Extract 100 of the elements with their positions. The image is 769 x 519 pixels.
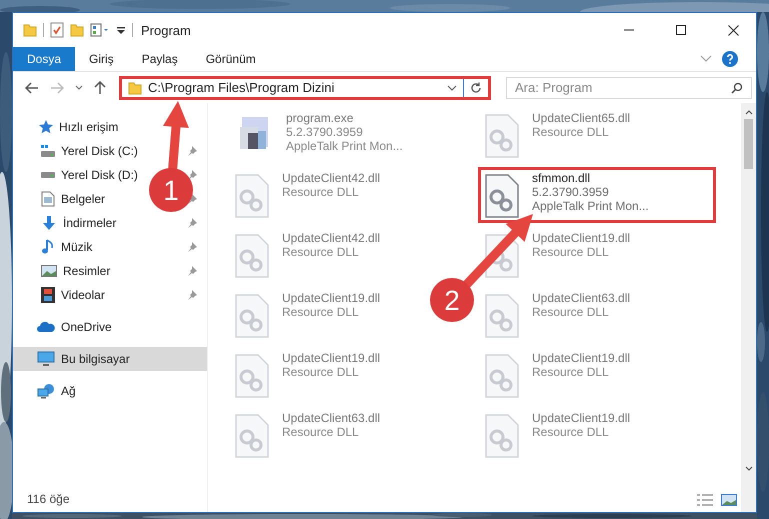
file-tile[interactable]: UpdateClient19.dll Resource DLL xyxy=(478,227,636,283)
dropdown-icon[interactable] xyxy=(116,25,126,35)
sidebar-label: Resimler xyxy=(63,264,110,278)
file-name: UpdateClient63.dll xyxy=(532,291,630,305)
file-tile[interactable]: UpdateClient19.dll Resource DLL xyxy=(478,347,636,403)
file-detail: Resource DLL xyxy=(282,365,360,379)
sidebar-item[interactable]: Müzik xyxy=(41,235,92,259)
scrollbar-thumb[interactable] xyxy=(744,119,753,169)
address-path: C:\Program Files\Program Dizini xyxy=(148,80,336,95)
sidebar-label: Videolar xyxy=(61,288,105,302)
pin-icon[interactable] xyxy=(187,146,197,156)
checklist-icon[interactable] xyxy=(50,22,64,38)
file-name: UpdateClient42.dll xyxy=(282,231,380,245)
callout-badge xyxy=(149,168,193,212)
file-name: UpdateClient19.dll xyxy=(532,411,630,425)
file-tile[interactable]: program.exe 5.2.3790.3959 AppleTalk Print Mon... xyxy=(228,107,409,161)
network-icon xyxy=(37,383,55,399)
sidebar-item[interactable]: Hızlı erişim xyxy=(37,115,118,139)
file-name: UpdateClient19.dll xyxy=(282,351,380,365)
file-detail: 5.2.3790.3959 xyxy=(532,185,610,199)
chevron-down-icon[interactable] xyxy=(447,84,457,90)
file-tile[interactable]: UpdateClient63.dll Resource DLL xyxy=(478,287,636,343)
file-detail: 5.2.3790.3959 xyxy=(286,125,364,139)
file-detail: Resource DLL xyxy=(282,425,360,439)
file-name: sfmmon.dll xyxy=(532,171,592,185)
file-name: UpdateClient63.dll xyxy=(282,411,380,425)
help-icon[interactable] xyxy=(722,51,738,67)
back-icon[interactable] xyxy=(25,82,39,94)
maximize-icon xyxy=(676,25,686,35)
sidebar-label: Müzik xyxy=(61,240,92,254)
details-view-icon[interactable] xyxy=(697,494,713,506)
gear-file-icon xyxy=(484,353,520,399)
chevron-down-icon[interactable] xyxy=(744,466,752,472)
sidebar-item[interactable]: Videolar xyxy=(41,283,105,307)
file-name: UpdateClient19.dll xyxy=(282,291,380,305)
search-icon[interactable] xyxy=(731,82,743,94)
thumbnail-view-icon[interactable] xyxy=(721,494,737,506)
up-arrow-icon[interactable] xyxy=(94,80,106,94)
pin-icon[interactable] xyxy=(187,218,197,228)
file-detail: Resource DLL xyxy=(532,365,610,379)
file-tile[interactable]: UpdateClient19.dll Resource DLL xyxy=(228,347,386,403)
callout-number: 1 xyxy=(163,175,179,206)
ribbon-tab[interactable]: Dosya xyxy=(13,47,76,71)
gear-file-icon xyxy=(484,293,520,339)
file-detail: AppleTalk Print Mon... xyxy=(532,199,649,213)
file-tile[interactable]: UpdateClient65.dll Resource DLL xyxy=(478,107,636,163)
pin-icon[interactable] xyxy=(187,194,197,204)
sidebar-label: Belgeler xyxy=(61,192,106,206)
chevron-down-icon[interactable] xyxy=(75,84,83,90)
pin-icon[interactable] xyxy=(187,242,197,252)
sidebar-item[interactable]: Yerel Disk (C:) xyxy=(41,139,138,163)
pin-icon[interactable] xyxy=(187,170,197,180)
sidebar-label: İndirmeler xyxy=(63,216,116,230)
pin-icon[interactable] xyxy=(187,290,197,300)
file-tile[interactable]: UpdateClient63.dll Resource DLL xyxy=(228,407,386,463)
file-name: program.exe xyxy=(286,111,354,125)
sidebar-label: Ağ xyxy=(61,384,76,398)
ribbon-tab[interactable]: Giriş xyxy=(75,47,128,71)
file-detail: Resource DLL xyxy=(532,425,610,439)
music-note-icon xyxy=(41,239,55,255)
sidebar-item[interactable]: Resimler xyxy=(41,259,110,283)
file-tile[interactable]: UpdateClient42.dll Resource DLL xyxy=(228,227,386,283)
window-title: Program xyxy=(141,22,191,38)
sidebar-label: Yerel Disk (C:) xyxy=(61,144,138,158)
sidebar-item[interactable]: Belgeler xyxy=(41,187,106,211)
address-field[interactable]: C:\Program Files\Program Dizini xyxy=(119,76,491,100)
gear-file-icon xyxy=(234,233,270,279)
ribbon-tab[interactable]: Paylaş xyxy=(128,47,192,71)
sidebar-item[interactable]: Yerel Disk (D:) xyxy=(41,163,138,187)
close-icon xyxy=(728,24,738,36)
search-field[interactable]: Ara: Program xyxy=(506,76,752,98)
scrollbar[interactable] xyxy=(741,103,756,512)
folder-icon xyxy=(128,80,142,94)
sidebar-item[interactable]: Bu bilgisayar xyxy=(13,347,207,371)
ribbon-tab[interactable]: Görünüm xyxy=(192,47,270,71)
properties-icon[interactable] xyxy=(90,23,110,37)
sidebar-item[interactable]: OneDrive xyxy=(37,315,112,339)
download-icon xyxy=(41,215,57,231)
sidebar-item[interactable]: İndirmeler xyxy=(41,211,116,235)
image-icon xyxy=(41,264,57,278)
refresh-icon[interactable] xyxy=(470,82,482,94)
pin-icon[interactable] xyxy=(187,266,197,276)
file-detail: Resource DLL xyxy=(532,305,610,319)
film-icon xyxy=(41,287,55,303)
file-detail: Resource DLL xyxy=(532,125,610,139)
sidebar-label: Yerel Disk (D:) xyxy=(61,168,138,182)
file-tile[interactable]: UpdateClient42.dll Resource DLL xyxy=(228,167,386,223)
drive-icon xyxy=(41,145,55,157)
chevron-up-icon[interactable] xyxy=(744,109,752,115)
sidebar-item[interactable]: Ağ xyxy=(37,379,76,403)
sidebar-label: OneDrive xyxy=(61,320,112,334)
gear-file-icon xyxy=(484,113,520,159)
cloud-icon xyxy=(37,321,55,333)
file-name: UpdateClient65.dll xyxy=(532,111,630,125)
file-tile[interactable]: UpdateClient19.dll Resource DLL xyxy=(228,287,386,343)
gear-file-icon xyxy=(234,353,270,399)
file-tile[interactable]: UpdateClient19.dll Resource DLL xyxy=(478,407,636,463)
monitor-icon xyxy=(37,351,55,367)
file-tile[interactable]: sfmmon.dll 5.2.3790.3959 AppleTalk Print Mon... xyxy=(478,167,716,223)
file-name: UpdateClient19.dll xyxy=(532,351,630,365)
